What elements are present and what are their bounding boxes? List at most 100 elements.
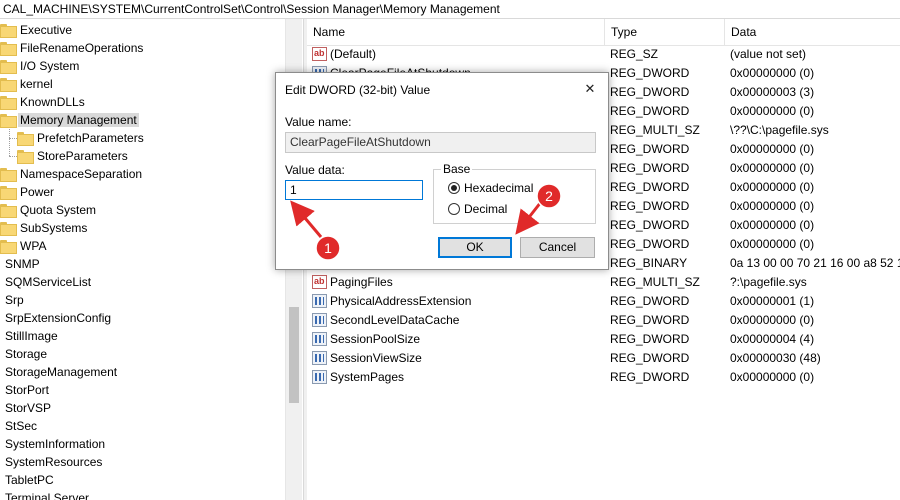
value-type-cell: REG_MULTI_SZ <box>610 275 700 289</box>
tree-item[interactable]: Storage <box>3 345 49 363</box>
value-type-cell: REG_DWORD <box>610 370 690 384</box>
tree-item[interactable]: StorVSP <box>3 399 53 417</box>
tree-item-label: SystemResources <box>5 455 103 469</box>
value-data-cell: \??\C:\pagefile.sys <box>730 123 829 137</box>
value-data-input[interactable]: 1 <box>285 180 423 200</box>
value-data-cell: 0x00000001 (1) <box>730 294 815 308</box>
tree-item[interactable]: SrpExtensionConfig <box>3 309 113 327</box>
value-data-cell: ?:\pagefile.sys <box>730 275 807 289</box>
column-header-name[interactable]: Name <box>307 19 605 46</box>
tree-item[interactable]: Quota System <box>0 201 98 219</box>
tree-item-label: Storage <box>5 347 48 361</box>
string-value-icon <box>312 45 327 63</box>
folder-icon <box>0 114 17 128</box>
value-data-cell: 0x00000000 (0) <box>730 66 815 80</box>
hexadecimal-radio[interactable]: Hexadecimal <box>448 180 598 196</box>
tree-item[interactable]: Power <box>0 183 56 201</box>
tree-item[interactable]: kernel <box>0 75 55 93</box>
table-row[interactable]: SecondLevelDataCache REG_DWORD 0x00000000 … <box>307 311 900 330</box>
binary-value-icon <box>312 294 327 308</box>
binary-value-icon <box>312 332 327 346</box>
tree-item[interactable]: StillImage <box>3 327 60 345</box>
tree-item-label: StorPort <box>5 383 50 397</box>
tree-item-label: StSec <box>5 419 38 433</box>
folder-icon <box>17 132 34 146</box>
tree-item-label: SubSystems <box>20 221 88 235</box>
tree-item-label: SQMServiceList <box>5 275 92 289</box>
tree-guide-line <box>9 129 10 156</box>
value-data-cell: 0x00000004 (4) <box>730 332 815 346</box>
value-data-cell: 0x00000003 (3) <box>730 85 815 99</box>
value-name-text: PagingFiles <box>330 275 393 289</box>
table-row[interactable]: (Default) REG_SZ (value not set) <box>307 45 900 64</box>
value-name-cell: PagingFiles <box>312 273 607 292</box>
tree-item[interactable]: Executive <box>0 21 74 39</box>
close-icon[interactable]: ✕ <box>577 79 603 99</box>
tree-item-label: Terminal Server <box>5 491 90 500</box>
tree-item[interactable]: StoreParameters <box>9 147 130 165</box>
tree-item[interactable]: SystemResources <box>3 453 104 471</box>
tree-item[interactable]: NamespaceSeparation <box>0 165 144 183</box>
value-name-text: PhysicalAddressExtension <box>330 294 472 308</box>
table-row[interactable]: PagingFiles REG_MULTI_SZ ?:\pagefile.sys <box>307 273 900 292</box>
tree-guide-branch <box>9 138 17 139</box>
tree-item[interactable]: WPA <box>0 237 48 255</box>
cancel-button[interactable]: Cancel <box>520 237 595 258</box>
decimal-radio[interactable]: Decimal <box>448 201 598 217</box>
value-name-cell: SecondLevelDataCache <box>312 311 607 330</box>
value-name-text: (Default) <box>330 47 377 61</box>
tree-item[interactable]: I/O System <box>0 57 81 75</box>
value-name-cell: SessionPoolSize <box>312 330 607 349</box>
tree-item[interactable]: KnownDLLs <box>0 93 87 111</box>
value-type-cell: REG_DWORD <box>610 237 690 251</box>
registry-tree[interactable]: Executive FileRenameOperations I/O System k… <box>0 19 303 500</box>
tree-item[interactable]: Memory Management <box>0 111 139 129</box>
edit-dword-dialog: Edit DWORD (32-bit) Value ✕ Value name: … <box>275 72 609 270</box>
tree-item-label: Memory Management <box>18 113 139 127</box>
tree-item[interactable]: StorPort <box>3 381 51 399</box>
values-header: Name Type Data <box>307 19 900 46</box>
folder-icon <box>0 186 17 200</box>
value-name-cell: SessionViewSize <box>312 349 607 368</box>
tree-item[interactable]: Terminal Server <box>3 489 91 500</box>
value-name-text: SessionViewSize <box>330 351 422 365</box>
base-group: Base Hexadecimal Decimal <box>433 162 598 224</box>
value-type-cell: REG_DWORD <box>610 180 690 194</box>
tree-item-label: KnownDLLs <box>20 95 85 109</box>
tree-item[interactable]: PrefetchParameters <box>9 129 146 147</box>
value-type-cell: REG_DWORD <box>610 332 690 346</box>
tree-item[interactable]: SNMP <box>3 255 42 273</box>
tree-item[interactable]: Srp <box>3 291 26 309</box>
ok-button[interactable]: OK <box>438 237 512 258</box>
tree-item[interactable]: SubSystems <box>0 219 89 237</box>
tree-scrollbar-thumb[interactable] <box>289 307 299 403</box>
tree-item[interactable]: TabletPC <box>3 471 56 489</box>
column-header-data[interactable]: Data <box>725 19 900 46</box>
value-name-label: Value name: <box>285 115 352 129</box>
tree-item[interactable]: StSec <box>3 417 39 435</box>
value-data-cell: 0a 13 00 00 70 21 16 00 a8 52 16 0 <box>730 256 900 270</box>
table-row[interactable]: PhysicalAddressExtension REG_DWORD 0x00000… <box>307 292 900 311</box>
tree-item[interactable]: SystemInformation <box>3 435 107 453</box>
tree-item-label: Power <box>20 185 55 199</box>
address-path: CAL_MACHINE\SYSTEM\CurrentControlSet\Con… <box>3 2 500 16</box>
table-row[interactable]: SessionViewSize REG_DWORD 0x00000030 (48) <box>307 349 900 368</box>
address-bar[interactable]: CAL_MACHINE\SYSTEM\CurrentControlSet\Con… <box>0 0 900 19</box>
decimal-label: Decimal <box>464 202 508 216</box>
value-data-cell: 0x00000000 (0) <box>730 218 815 232</box>
binary-value-icon <box>312 313 327 327</box>
tree-item-label: WPA <box>20 239 47 253</box>
value-type-cell: REG_MULTI_SZ <box>610 123 700 137</box>
tree-item[interactable]: FileRenameOperations <box>0 39 145 57</box>
table-row[interactable]: SessionPoolSize REG_DWORD 0x00000004 (4) <box>307 330 900 349</box>
tree-item[interactable]: StorageManagement <box>3 363 119 381</box>
table-row[interactable]: SystemPages REG_DWORD 0x00000000 (0) <box>307 368 900 387</box>
tree-item-label: TabletPC <box>5 473 54 487</box>
value-name-cell: (Default) <box>312 45 607 64</box>
column-header-type[interactable]: Type <box>605 19 725 46</box>
radio-unselected-icon <box>448 203 460 215</box>
value-name-cell: SystemPages <box>312 368 607 387</box>
tree-item-label: FileRenameOperations <box>20 41 144 55</box>
tree-item[interactable]: SQMServiceList <box>3 273 93 291</box>
value-type-cell: REG_DWORD <box>610 199 690 213</box>
